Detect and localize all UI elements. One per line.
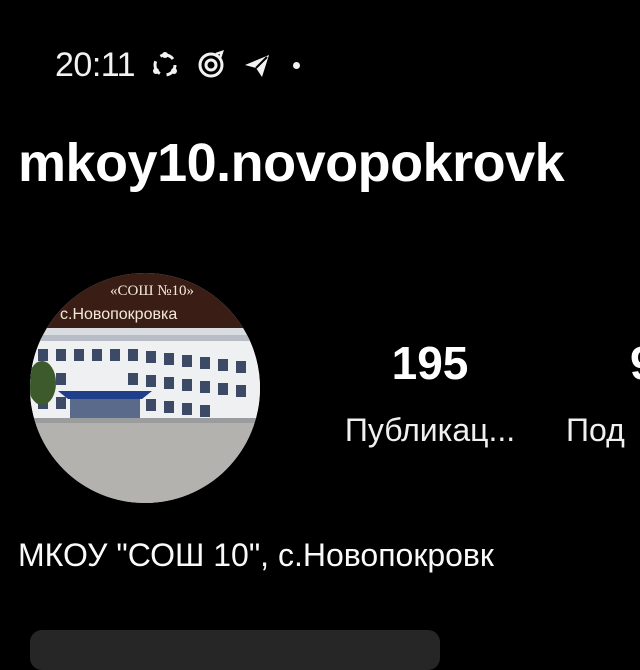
stat-followers[interactable]: 9 Под: [566, 336, 640, 450]
avatar-banner-line2: с.Новопокровка: [60, 306, 177, 323]
telegram-icon: [241, 49, 273, 81]
avatar-banner-line1: «СОШ №10»: [110, 283, 194, 299]
stat-followers-label: Под: [566, 412, 625, 448]
profile-avatar[interactable]: «СОШ №10» с.Новопокровка: [30, 273, 260, 503]
profile-username: mkoy10.novopokrovk: [18, 133, 565, 193]
profile-action-button[interactable]: [30, 630, 440, 670]
stat-followers-count: 9: [566, 336, 640, 390]
sync-icon: [149, 49, 181, 81]
stat-posts-count: 195: [391, 337, 469, 389]
status-time: 20:11: [55, 45, 136, 84]
profile-bio: МКОУ "СОШ 10", с.Новопокровк: [18, 537, 494, 573]
school-building-photo: «СОШ №10» с.Новопокровка: [30, 273, 260, 503]
stat-posts-label: Публикац...: [344, 412, 516, 448]
notification-dot-icon: [293, 61, 301, 69]
stat-posts[interactable]: 195 Публикац...: [322, 336, 538, 450]
status-bar: 20:11: [55, 40, 301, 90]
target-icon: [195, 49, 227, 81]
